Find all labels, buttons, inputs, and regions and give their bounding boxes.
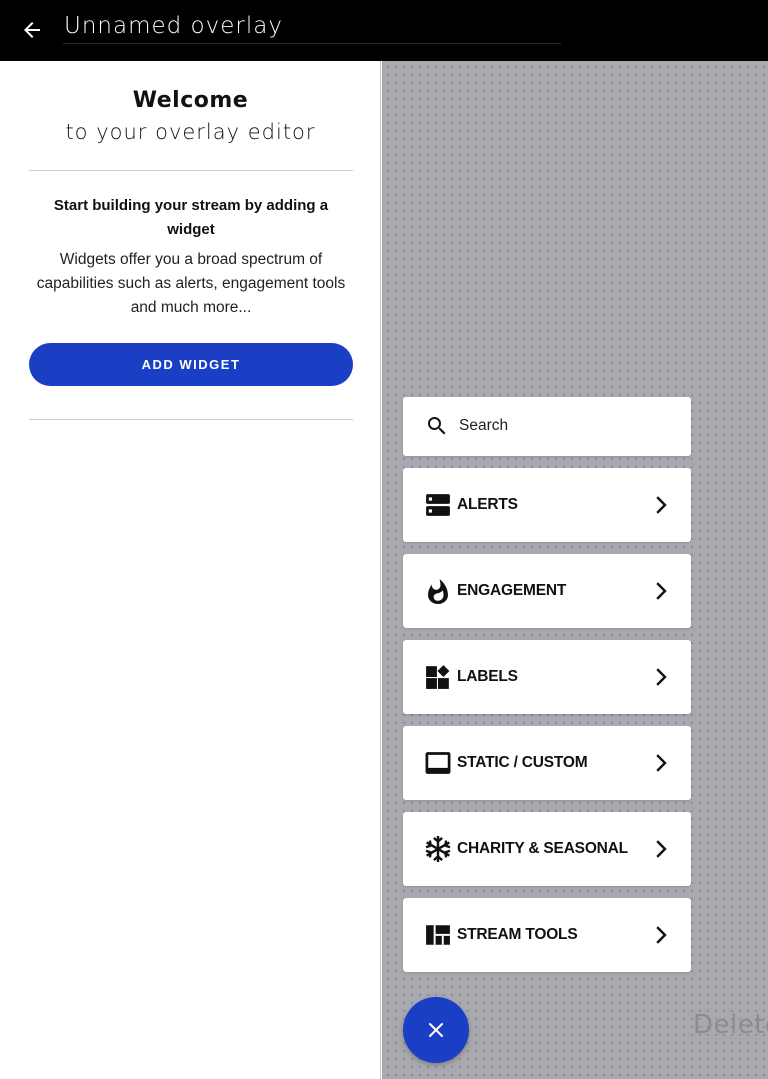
category-label: ALERTS bbox=[457, 496, 518, 513]
widget-search-input[interactable] bbox=[459, 412, 669, 440]
alerts-icon bbox=[426, 494, 450, 516]
category-alerts[interactable]: ALERTS bbox=[403, 468, 691, 542]
add-widget-button[interactable]: ADD WIDGET bbox=[29, 343, 353, 386]
category-label: CHARITY & SEASONAL bbox=[457, 840, 628, 857]
divider bbox=[29, 419, 353, 420]
category-label: STATIC / CUSTOM bbox=[457, 754, 588, 771]
welcome-title: Welcome bbox=[132, 88, 249, 113]
widget-description: Widgets offer you a broad spectrum of ca… bbox=[36, 251, 346, 316]
close-icon bbox=[429, 1023, 443, 1037]
top-bar bbox=[0, 0, 768, 61]
chevron-right-icon bbox=[656, 840, 667, 858]
category-labels[interactable]: LABELS bbox=[403, 640, 691, 714]
dashboard-icon bbox=[426, 925, 450, 945]
snowflake-icon bbox=[425, 836, 451, 862]
welcome-subtitle: to your overlay editor bbox=[65, 120, 316, 144]
widgets-icon bbox=[426, 665, 450, 689]
chevron-right-icon bbox=[656, 926, 667, 944]
search-icon bbox=[428, 417, 446, 435]
left-panel: Welcome to your overlay editor Start bui… bbox=[0, 61, 381, 1079]
category-static-custom[interactable]: STATIC / CUSTOM bbox=[403, 726, 691, 800]
display-icon bbox=[425, 752, 451, 774]
category-stream-tools[interactable]: STREAM TOOLS bbox=[403, 898, 691, 972]
chevron-right-icon bbox=[656, 754, 667, 772]
widget-search-box[interactable] bbox=[403, 397, 691, 456]
overlay-name-input[interactable] bbox=[63, 8, 561, 44]
chevron-right-icon bbox=[656, 668, 667, 686]
chevron-right-icon bbox=[656, 582, 667, 600]
start-building-title: Start building your stream by adding a w… bbox=[53, 197, 329, 238]
back-button[interactable] bbox=[14, 12, 50, 48]
close-menu-button[interactable] bbox=[403, 997, 469, 1063]
delete-drop-zone-label: Delete bbox=[693, 1010, 768, 1040]
chevron-right-icon bbox=[656, 496, 667, 514]
category-label: STREAM TOOLS bbox=[457, 926, 578, 943]
category-label: ENGAGEMENT bbox=[457, 582, 567, 599]
category-label: LABELS bbox=[457, 668, 518, 685]
category-engagement[interactable]: ENGAGEMENT bbox=[403, 554, 691, 628]
arrow-left-icon bbox=[24, 22, 40, 38]
category-charity-seasonal[interactable]: CHARITY & SEASONAL bbox=[403, 812, 691, 886]
flame-icon bbox=[428, 579, 448, 604]
divider bbox=[29, 170, 353, 171]
